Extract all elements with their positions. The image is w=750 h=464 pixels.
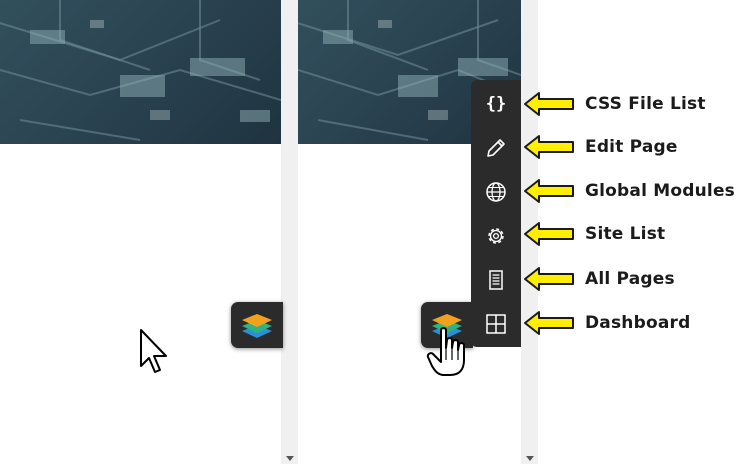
all-pages-button[interactable] <box>471 258 521 302</box>
globe-icon <box>486 182 506 202</box>
yellow-arrow-icon <box>524 92 574 116</box>
yellow-arrow-icon <box>524 311 574 335</box>
dashboard-button[interactable] <box>471 302 521 346</box>
callout-site-list: Site List <box>523 219 665 249</box>
callout-label: Edit Page <box>585 137 678 157</box>
editor-launcher-button[interactable] <box>231 302 283 348</box>
callout-css-file-list: CSS File List <box>523 89 706 119</box>
callout-label: CSS File List <box>585 94 706 114</box>
yellow-arrow-icon <box>524 179 574 203</box>
callout-label: All Pages <box>585 269 675 289</box>
document-icon <box>489 270 503 290</box>
yellow-arrow-icon <box>524 222 574 246</box>
edit-page-button[interactable] <box>471 126 521 170</box>
callout-label: Dashboard <box>585 313 691 333</box>
callout-label: Site List <box>585 224 666 244</box>
callout-edit-page: Edit Page <box>523 132 678 162</box>
css-file-list-button[interactable]: {} <box>471 82 521 126</box>
callout-dashboard: Dashboard <box>523 308 690 338</box>
site-list-button[interactable] <box>471 214 521 258</box>
circuit-board-image <box>0 0 281 141</box>
editor-toolbar: {} <box>471 80 521 347</box>
scroll-down-arrow-icon[interactable] <box>526 456 534 461</box>
scroll-down-arrow-icon[interactable] <box>286 456 294 461</box>
yellow-arrow-icon <box>524 267 574 291</box>
hero-image <box>0 0 281 144</box>
left-browser-viewport <box>0 0 281 464</box>
global-modules-button[interactable] <box>471 170 521 214</box>
left-scrollbar[interactable] <box>281 0 298 464</box>
gear-icon <box>488 228 504 244</box>
curly-braces-icon: {} <box>485 94 507 114</box>
callout-global-modules: Global Modules <box>523 176 735 206</box>
yellow-arrow-icon <box>524 135 574 159</box>
dashboard-grid-icon <box>486 314 506 334</box>
stacked-layers-icon <box>242 314 272 338</box>
callout-all-pages: All Pages <box>523 264 675 294</box>
hand-pointer-icon <box>426 327 465 376</box>
arrow-pointer-icon <box>140 329 167 373</box>
callout-label: Global Modules <box>585 181 735 201</box>
pencil-icon <box>487 139 505 157</box>
